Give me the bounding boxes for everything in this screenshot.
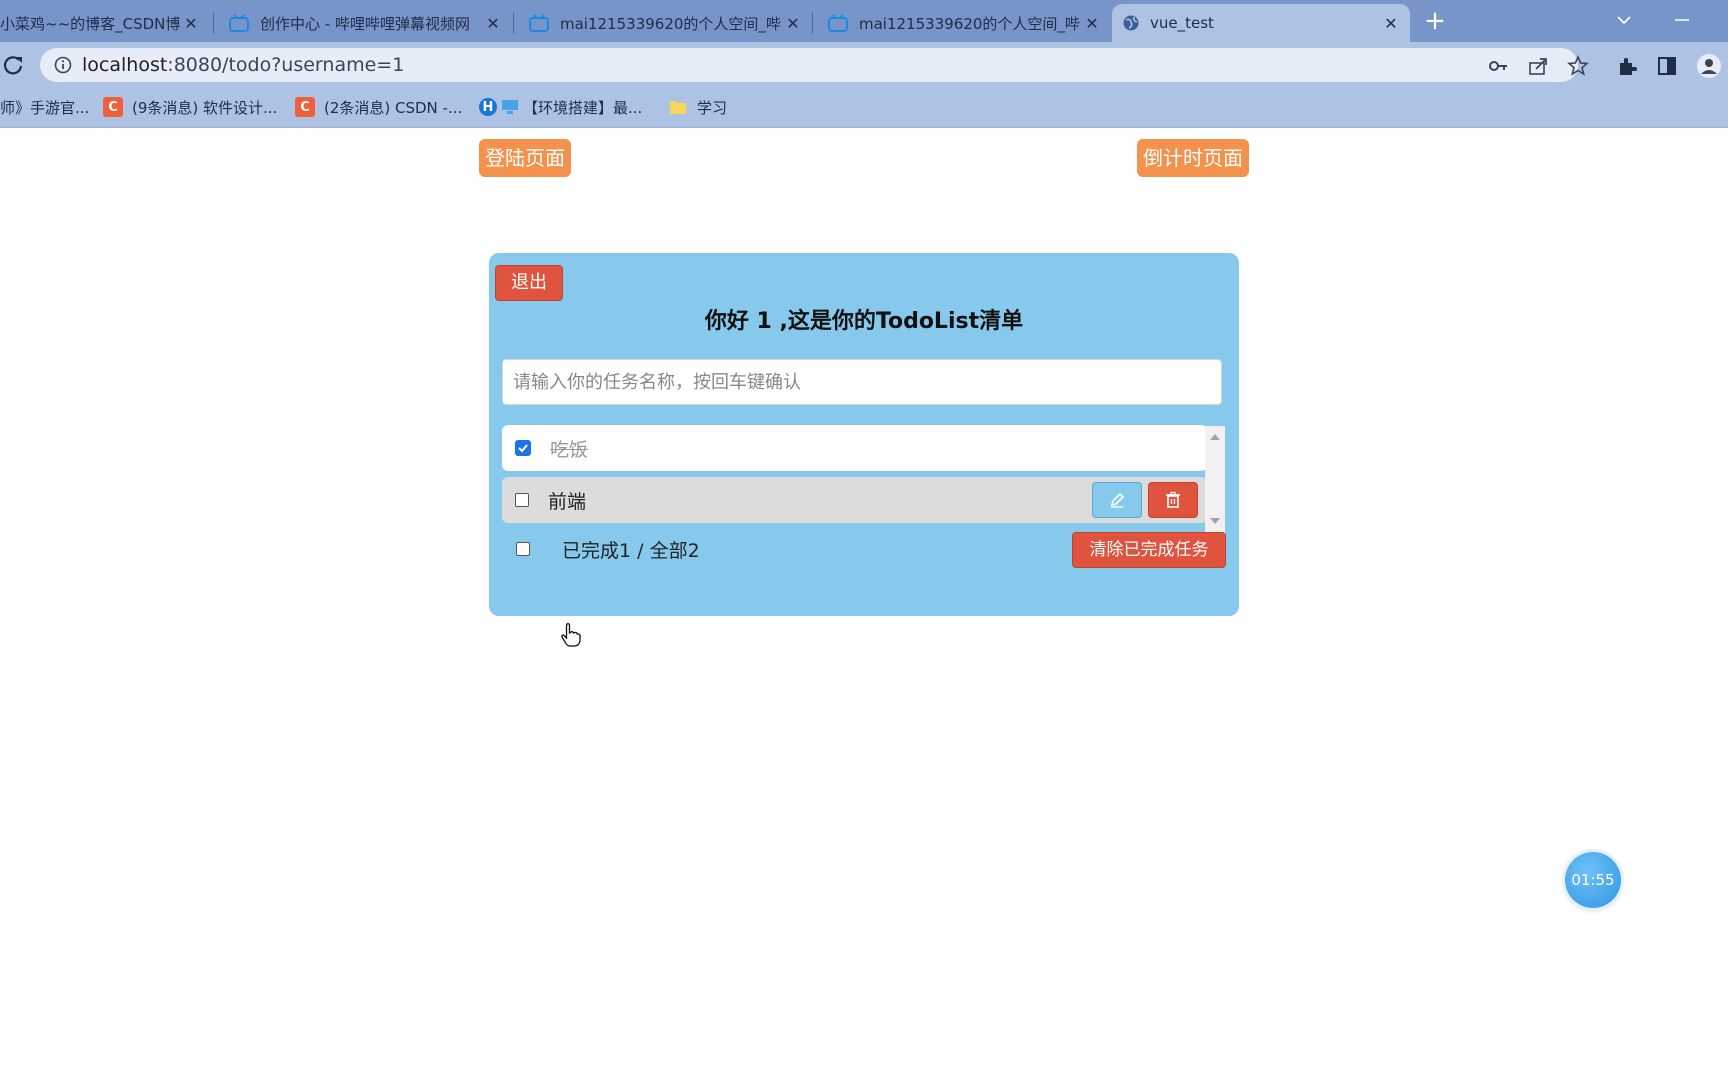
side-panel-icon[interactable] <box>1656 55 1678 77</box>
completion-summary: 已完成1 / 全部2 <box>562 540 700 562</box>
bookmark-label: 师》手游官... <box>0 98 90 117</box>
check-icon <box>518 444 528 453</box>
bookmark-label: 【环境搭建】最... <box>523 98 643 117</box>
logout-button[interactable]: 退出 <box>495 265 563 301</box>
address-bar[interactable]: localhost:8080/todo?username=1 <box>40 48 1578 82</box>
extensions-icon[interactable] <box>1616 55 1638 77</box>
bookmarks-bar: 师》手游官... C (9条消息) 软件设计... C (2条消息) CSDN … <box>0 88 1728 128</box>
scroll-up-arrow-icon[interactable] <box>1210 434 1220 440</box>
item-label: 前端 <box>548 490 587 513</box>
countdown-page-button[interactable]: 倒计时页面 <box>1137 139 1249 177</box>
close-icon[interactable]: ✕ <box>482 14 504 33</box>
todo-item: 吃饭 <box>502 425 1207 471</box>
tab-title: mai1215339620的个人空间_哔哩 <box>859 14 1081 33</box>
tab-separator <box>812 12 813 34</box>
folder-icon <box>670 101 686 114</box>
tab-bilibili-creator[interactable]: 创作中心 - 哔哩哔哩弹幕视频网 ✕ <box>218 4 512 42</box>
pencil-icon <box>1110 492 1125 508</box>
tab-csdn[interactable]: 小菜鸡~~的博客_CSDN博客 ✕ <box>0 4 210 42</box>
bookmark-folder[interactable]: 学习 <box>668 88 727 126</box>
select-all-checkbox[interactable] <box>516 542 530 556</box>
minimize-icon[interactable] <box>1668 8 1696 32</box>
bookmark-item[interactable]: H 【环境搭建】最... <box>479 88 642 126</box>
item-checkbox-checked[interactable] <box>515 440 531 456</box>
todo-card: 退出 你好 1 ,这是你的TodoList清单 吃饭 前端 <box>489 253 1239 616</box>
close-icon[interactable]: ✕ <box>180 14 202 33</box>
bookmark-item[interactable]: 师》手游官... <box>0 88 89 126</box>
csdn-icon: C <box>103 97 123 117</box>
tab-separator <box>213 12 214 34</box>
hand-cursor-icon <box>561 623 581 647</box>
bookmark-item[interactable]: C (9条消息) 软件设计... <box>103 88 277 126</box>
bilibili-icon <box>828 14 848 32</box>
close-icon[interactable]: ✕ <box>1081 14 1103 33</box>
tab-bilibili-space-1[interactable]: mai1215339620的个人空间_哔哩 ✕ <box>518 4 812 42</box>
browser-toolbar: localhost:8080/todo?username=1 <box>0 42 1728 88</box>
close-icon[interactable]: ✕ <box>782 14 804 33</box>
page-content: 登陆页面 倒计时页面 退出 你好 1 ,这是你的TodoList清单 吃饭 前端 <box>0 128 1728 1080</box>
bilibili-icon <box>529 14 549 32</box>
item-label: 吃饭 <box>550 438 589 461</box>
tab-bilibili-space-2[interactable]: mai1215339620的个人空间_哔哩 ✕ <box>817 4 1111 42</box>
tab-strip: 小菜鸡~~的博客_CSDN博客 ✕ 创作中心 - 哔哩哔哩弹幕视频网 ✕ mai… <box>0 0 1728 42</box>
globe-icon <box>1123 15 1139 31</box>
tab-title: mai1215339620的个人空间_哔哩 <box>560 14 782 33</box>
info-icon[interactable] <box>54 56 72 74</box>
tab-separator <box>513 12 514 34</box>
login-page-button[interactable]: 登陆页面 <box>479 139 571 177</box>
reload-icon[interactable] <box>2 54 24 76</box>
task-input[interactable] <box>502 359 1222 405</box>
tab-title: vue_test <box>1150 14 1214 32</box>
chevron-down-icon[interactable] <box>1610 8 1638 32</box>
list-scrollbar[interactable] <box>1205 426 1225 533</box>
profile-avatar-icon[interactable] <box>1696 53 1722 79</box>
clear-completed-button[interactable]: 清除已完成任务 <box>1072 532 1226 568</box>
url-host: localhost <box>82 54 168 76</box>
url-path: :8080/todo?username=1 <box>167 54 405 76</box>
bookmark-item[interactable]: C (2条消息) CSDN -... <box>295 88 462 126</box>
delete-button[interactable] <box>1148 482 1198 518</box>
close-icon[interactable]: ✕ <box>1380 14 1402 33</box>
scroll-down-arrow-icon[interactable] <box>1210 518 1220 524</box>
tab-title: 小菜鸡~~的博客_CSDN博客 <box>0 14 180 33</box>
tab-vue-test[interactable]: vue_test ✕ <box>1112 4 1410 42</box>
bilibili-icon <box>229 14 249 32</box>
page-title: 你好 1 ,这是你的TodoList清单 <box>704 309 1024 334</box>
countdown-timer[interactable]: 01:55 <box>1565 852 1621 908</box>
h-site-icon: H <box>479 98 497 116</box>
url-text: localhost:8080/todo?username=1 <box>82 54 404 76</box>
key-icon[interactable] <box>1487 55 1509 77</box>
edit-button[interactable] <box>1092 482 1142 518</box>
todo-list: 吃饭 前端 <box>502 420 1207 526</box>
share-icon[interactable] <box>1527 55 1549 77</box>
bookmark-label: (2条消息) CSDN -... <box>324 98 463 117</box>
star-icon[interactable] <box>1567 55 1589 77</box>
monitor-icon <box>502 100 518 114</box>
todo-item: 前端 <box>502 477 1207 523</box>
bookmark-label: (9条消息) 软件设计... <box>132 98 278 117</box>
trash-icon <box>1166 491 1180 508</box>
csdn-icon: C <box>295 97 315 117</box>
new-tab-button[interactable]: + <box>1418 6 1452 36</box>
bookmark-label: 学习 <box>697 98 728 117</box>
item-checkbox[interactable] <box>515 493 529 507</box>
tab-title: 创作中心 - 哔哩哔哩弹幕视频网 <box>260 14 470 33</box>
